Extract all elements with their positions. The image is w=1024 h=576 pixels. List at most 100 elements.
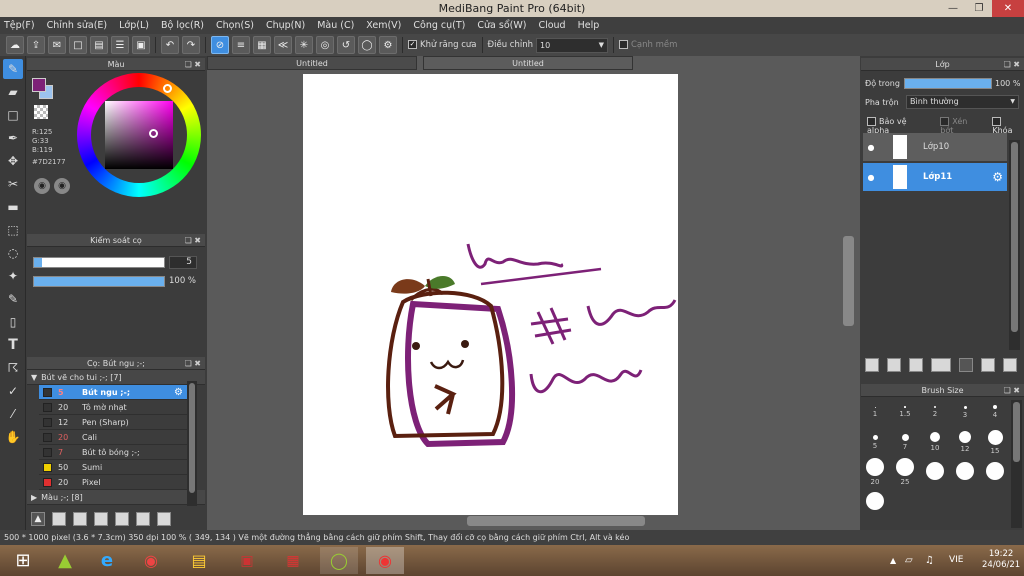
trash-icon[interactable] [157,512,171,526]
menu-cloud[interactable]: Cloud [538,20,565,31]
tray-up-icon[interactable]: ▲ [890,556,896,565]
transparent-swatch[interactable] [34,105,48,119]
brush-size-option[interactable]: 5 [861,428,889,456]
brush-group-header[interactable]: ▶ Màu ;-; [8] [27,490,205,505]
hue-handle[interactable] [163,84,172,93]
close-button[interactable]: ✕ [992,0,1024,17]
internet-explorer-icon[interactable]: e [88,547,126,574]
palette-icon[interactable]: ◉ [34,178,50,194]
dropper-icon[interactable]: ✓ [3,381,23,401]
gradient-tool-icon[interactable]: ▬ [3,197,23,217]
radial-snap-icon[interactable]: ✳ [295,36,313,54]
brush-item[interactable]: 12 Pen (Sharp) [39,415,187,430]
new-halftone-layer-icon[interactable] [887,358,901,372]
brush-item[interactable]: 50 Sumi [39,460,187,475]
foreground-color-swatch[interactable] [32,78,46,92]
brush-settings-icon[interactable] [94,512,108,526]
tab-untitled-1[interactable]: Untitled [207,56,417,70]
brush-cloud-icon[interactable]: ▲ [31,512,45,526]
menu-window[interactable]: Cửa sổ(W) [477,20,526,31]
brush-size-option[interactable] [921,458,949,486]
brush-opacity-slider[interactable] [33,276,165,287]
menu-file[interactable]: Tệp(F) [4,20,35,31]
menu-layer[interactable]: Lớp(L) [119,20,149,31]
eraser-tool-icon[interactable]: ▰ [3,82,23,102]
medibang-paint-pro-icon[interactable]: ◉ [366,547,404,574]
color-wheel[interactable] [77,73,201,197]
menu-select[interactable]: Chọn(S) [216,20,254,31]
brush-size-option[interactable]: 10 [921,428,949,456]
app-icon[interactable]: ▦ [274,547,312,574]
minimize-button[interactable]: — [940,0,966,17]
menu-snap[interactable]: Chụp(N) [266,20,305,31]
menu-tools[interactable]: Công cụ(T) [413,20,465,31]
undo-icon[interactable]: ↶ [161,36,179,54]
drawing-canvas[interactable] [303,74,678,515]
gear-icon[interactable]: ⚙ [992,170,1003,184]
brush-list-scrollbar[interactable] [187,381,197,506]
settings-icon[interactable]: ⚙ [379,36,397,54]
brush-size-option[interactable] [981,458,1009,486]
palette-add-icon[interactable]: ◉ [54,178,70,194]
add-brush-icon[interactable] [73,512,87,526]
upload-icon[interactable]: ⇪ [27,36,45,54]
duplicate-icon[interactable] [136,512,150,526]
panel-controls-icon[interactable]: ❏ ✖ [185,234,201,247]
brush-size-option[interactable]: 1 [861,398,889,426]
menu-color[interactable]: Màu (C) [317,20,354,31]
merge-layer-icon[interactable] [1003,358,1017,372]
file-explorer-icon[interactable]: ▤ [180,547,218,574]
magic-wand-icon[interactable]: ✦ [3,266,23,286]
new-layer-icon[interactable] [865,358,879,372]
eyedropper-icon[interactable]: ⁄ [3,404,23,424]
cloud-icon[interactable]: ☁ [6,36,24,54]
move-tool-icon[interactable]: ✥ [3,151,23,171]
layer-row-lop11[interactable]: ● Lớp11 ⚙ [863,163,1007,191]
brush-item[interactable]: 7 Bút tô bóng ;-; [39,445,187,460]
comment-icon[interactable]: □ [69,36,87,54]
select-eraser-icon[interactable]: ▯ [3,312,23,332]
bluestacks-icon[interactable]: ▲ [46,547,84,574]
new-brush-icon[interactable] [52,512,66,526]
brush-item[interactable]: 5 Bút ngu ;-; ⚙ [39,385,187,400]
brush-item[interactable]: 20 Tô mờ nhạt [39,400,187,415]
panel-controls-icon[interactable]: ❏ ✖ [185,357,201,370]
powerpoint-icon[interactable]: ▣ [228,547,266,574]
volume-icon[interactable]: ♫ [925,555,934,566]
brush-size-option[interactable] [951,458,979,486]
visibility-eye-icon[interactable]: ● [863,173,879,182]
brush-size-option[interactable]: 3 [951,398,979,426]
new-raster-layer-icon[interactable] [909,358,923,372]
antialias-checkbox[interactable]: ✓ [408,40,417,49]
select-tool-icon[interactable]: ⬚ [3,220,23,240]
hand-tool-icon[interactable]: ✋ [3,427,23,447]
brush-item[interactable]: 20 Pixel [39,475,187,490]
clip-checkbox[interactable] [940,117,950,126]
layer-opacity-slider[interactable] [904,78,992,89]
text-tool-icon[interactable]: T [3,335,23,355]
layer-scrollbar[interactable] [1009,140,1020,350]
panel-controls-icon[interactable]: ❏ ✖ [1004,58,1020,71]
brush-size-value[interactable]: 5 [169,256,197,269]
brush-size-option[interactable]: 1.5 [891,398,919,426]
perspective-snap-icon[interactable]: ≪ [274,36,292,54]
circle-snap-icon[interactable]: ◎ [316,36,334,54]
chrome-icon[interactable]: ◉ [132,547,170,574]
ellipse-snap-icon[interactable]: ◯ [358,36,376,54]
select-pen-icon[interactable]: ✎ [3,289,23,309]
brush-tool-icon[interactable]: ✎ [3,59,23,79]
brush-size-slider[interactable] [33,257,165,268]
folder-icon[interactable] [115,512,129,526]
network-icon[interactable]: ▱ [905,555,913,566]
blend-mode-select[interactable]: Bình thường ▼ [906,95,1019,109]
parallel-snap-icon[interactable]: ≡ [232,36,250,54]
brush-size-option[interactable]: 4 [981,398,1009,426]
rectangle-tool-icon[interactable]: □ [3,105,23,125]
vertical-scrollbar[interactable] [843,236,854,326]
antialias-toggle[interactable]: ✓ Khử răng cưa [408,40,477,50]
brush-size-option[interactable]: 20 [861,458,889,486]
brush-size-option[interactable]: 7 [891,428,919,456]
medibang-icon[interactable]: ◯ [320,547,358,574]
brush-size-scrollbar[interactable] [1011,400,1022,528]
snap-off-icon[interactable]: ⊘ [211,36,229,54]
